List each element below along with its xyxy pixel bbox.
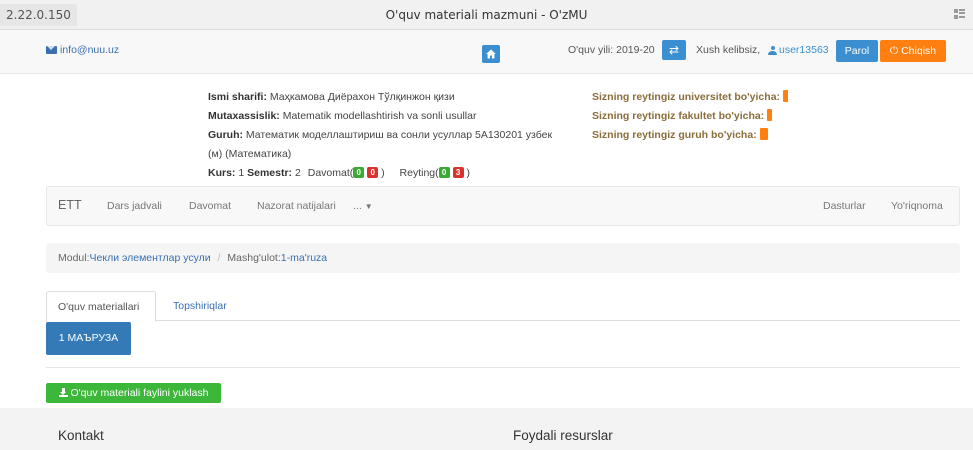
browser-titlebar: 2.22.0.150 O'quv materiali mazmuni - O'z…: [0, 0, 973, 30]
breadcrumb: Modul:Чекли элементлар усули / Mashg'ulo…: [46, 243, 960, 273]
nav-more-label: ...: [353, 200, 362, 212]
davomat-red-badge: 0: [367, 167, 379, 178]
tab-topshiriqlar[interactable]: Topshiriqlar: [162, 291, 238, 321]
ratings-panel: Sizning reytingiz universitet bo'yicha: …: [592, 88, 789, 145]
profile-spec-row: Mutaxassislik: Matematik modellashtirish…: [208, 107, 568, 126]
download-icon: [58, 388, 68, 397]
reyting-close: ): [466, 167, 470, 179]
username: user13563: [779, 44, 829, 56]
kurs-label: Kurs:: [208, 167, 236, 179]
modul-label: Modul:: [58, 252, 90, 264]
content-tabs: O'quv materiallari Topshiriqlar: [46, 291, 960, 322]
davomat-close: ): [381, 167, 385, 179]
davomat-green-badge: 0: [353, 167, 365, 178]
breadcrumb-separator: /: [217, 252, 221, 264]
footer-resurslar-heading: Foydali resurslar: [513, 428, 613, 443]
rating-group-bar: [759, 128, 768, 140]
spec-label: Mutaxassislik:: [208, 110, 280, 122]
nav-dasturlar[interactable]: Dasturlar: [823, 200, 866, 212]
user-link[interactable]: user13563: [768, 44, 829, 56]
footer: Kontakt Foydali resurslar: [0, 408, 973, 450]
student-name: Маҳкамова Диёрахон Тўлқинжон қизи: [269, 91, 455, 103]
lecture-button[interactable]: 1 МАЪРУЗА: [46, 322, 131, 355]
nav-more-dropdown[interactable]: ... ▼: [353, 200, 373, 212]
tab-oquv-materiallari[interactable]: O'quv materiallari: [46, 291, 156, 322]
reyting-label: Reyting(: [399, 167, 439, 179]
rating-group-label: Sizning reytingiz guruh bo'yicha:: [592, 129, 757, 141]
nav-davomat[interactable]: Davomat: [189, 200, 231, 212]
network-icon[interactable]: [954, 9, 965, 20]
email-link[interactable]: info@nuu.uz: [46, 44, 119, 56]
brand-link[interactable]: ETT: [58, 198, 82, 212]
reyting-red-badge: 3: [452, 167, 464, 178]
rating-university: Sizning reytingiz universitet bo'yicha:: [592, 88, 789, 107]
password-button[interactable]: Parol: [836, 40, 878, 62]
power-icon: ⏻: [889, 45, 899, 57]
logout-label: Chiqish: [901, 45, 937, 57]
switch-year-button[interactable]: ⇄: [662, 40, 686, 60]
swap-icon: ⇄: [668, 43, 680, 57]
rating-faculty: Sizning reytingiz fakultet bo'yicha:: [592, 107, 788, 126]
davomat-label: Davomat(: [307, 167, 354, 179]
user-icon: [768, 45, 777, 55]
envelope-icon: [46, 46, 57, 54]
welcome-text: Xush kelibsiz,: [696, 44, 761, 56]
semestr-value: 2: [294, 167, 301, 179]
nav-dars-jadvali[interactable]: Dars jadvali: [107, 200, 162, 212]
window-title: O'quv materiali mazmuni - O'zMU: [385, 8, 588, 22]
nav-yoriqnoma[interactable]: Yo'riqnoma: [891, 200, 943, 212]
mashgulot-label: Mashg'ulot:: [227, 252, 281, 264]
home-button[interactable]: [482, 45, 500, 63]
semestr-label: Semestr:: [247, 167, 293, 179]
group-value: Математик моделлаштириш ва сонли усуллар…: [208, 129, 553, 160]
academic-year: O'quv yili: 2019-20: [568, 44, 655, 56]
kurs-value: 1: [238, 167, 245, 179]
home-icon: [486, 49, 496, 59]
logout-button[interactable]: ⏻ Chiqish: [880, 40, 946, 62]
email-text: info@nuu.uz: [60, 44, 120, 56]
divider: [46, 367, 960, 368]
rating-faculty-bar: [767, 109, 773, 121]
mashgulot-link[interactable]: 1-ma'ruza: [281, 252, 327, 264]
download-label: O'quv materiali faylini yuklash: [70, 387, 209, 399]
reyting-green-badge: 0: [438, 167, 450, 178]
modul-link[interactable]: Чекли элементлар усули: [90, 252, 211, 264]
secondary-navbar: ETT Dars jadvali Davomat Nazorat natijal…: [46, 186, 960, 226]
footer-kontakt-heading: Kontakt: [58, 428, 104, 443]
download-button[interactable]: O'quv materiali faylini yuklash: [46, 383, 221, 403]
rating-university-bar: [783, 90, 789, 102]
rating-group: Sizning reytingiz guruh bo'yicha:: [592, 126, 788, 145]
group-label: Guruh:: [208, 129, 243, 141]
specialty: Matematik modellashtirish va sonli usull…: [282, 110, 477, 122]
name-label: Ismi sharifi:: [208, 91, 267, 103]
rating-faculty-label: Sizning reytingiz fakultet bo'yicha:: [592, 110, 765, 122]
rating-university-label: Sizning reytingiz universitet bo'yicha:: [592, 91, 781, 103]
profile-stats-row: Kurs: 1 Semestr: 2 Davomat(0 0 ) Reyting…: [208, 164, 568, 183]
caret-down-icon: ▼: [364, 202, 373, 211]
profile-group-row: Guruh: Математик моделлаштириш ва сонли …: [208, 126, 568, 164]
profile-name-row: Ismi sharifi: Маҳкамова Диёрахон Тўлқинж…: [208, 88, 568, 107]
top-navbar: info@nuu.uz O'quv yili: 2019-20 ⇄ Xush k…: [0, 30, 973, 74]
student-profile: Ismi sharifi: Маҳкамова Диёрахон Тўлқинж…: [208, 88, 568, 183]
nav-nazorat-natijalari[interactable]: Nazorat natijalari: [257, 200, 336, 212]
